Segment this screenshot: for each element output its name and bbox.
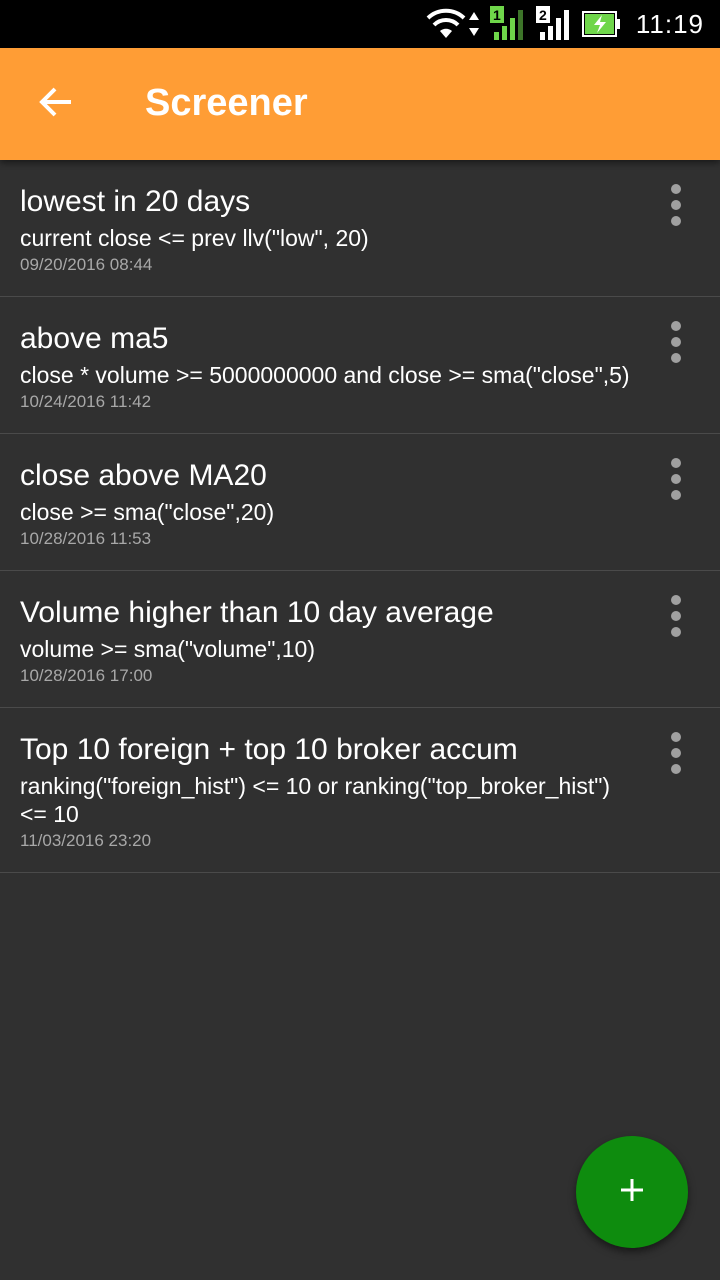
more-vert-icon[interactable] — [662, 595, 690, 637]
list-item[interactable]: above ma5 close * volume >= 5000000000 a… — [0, 297, 720, 434]
more-vert-icon[interactable] — [662, 321, 690, 363]
screener-date: 10/28/2016 17:00 — [20, 666, 153, 685]
sim2-label: 2 — [539, 7, 547, 23]
screener-expression: current close <= prev llv("low", 20) — [20, 225, 369, 251]
battery-charging-icon — [581, 10, 622, 38]
screener-expression: close >= sma("close",20) — [20, 499, 275, 525]
list-item[interactable]: Top 10 foreign + top 10 broker accum ran… — [0, 708, 720, 873]
screener-expression: close * volume >= 5000000000 and close >… — [20, 362, 630, 388]
page-title: Screener — [145, 82, 308, 124]
screener-title: above ma5 — [20, 322, 169, 355]
screener-expression: ranking("foreign_hist") <= 10 or ranking… — [20, 773, 611, 827]
add-screener-button[interactable] — [576, 1136, 688, 1248]
screener-date: 09/20/2016 08:44 — [20, 255, 153, 274]
list-item[interactable]: close above MA20 close >= sma("close",20… — [0, 434, 720, 571]
screener-expression: volume >= sma("volume",10) — [20, 636, 316, 662]
screener-title: Top 10 foreign + top 10 broker accum — [20, 733, 518, 766]
screener-title: lowest in 20 days — [20, 185, 251, 218]
screener-date: 10/28/2016 11:53 — [20, 529, 152, 548]
more-vert-icon[interactable] — [662, 458, 690, 500]
data-arrows-icon — [468, 10, 480, 38]
sim2-signal-icon: 2 — [535, 6, 572, 42]
sim1-signal-icon: 1 — [489, 6, 526, 42]
clock: 11:19 — [635, 8, 704, 39]
plus-icon — [618, 1176, 646, 1209]
list-item[interactable]: lowest in 20 days current close <= prev … — [0, 160, 720, 297]
wifi-icon — [426, 8, 466, 40]
more-vert-icon[interactable] — [662, 184, 690, 226]
screener-title: close above MA20 — [20, 459, 267, 492]
app-bar: Screener — [0, 48, 720, 160]
screener-date: 11/03/2016 23:20 — [20, 831, 152, 850]
status-bar: 1 2 11:19 — [0, 0, 720, 48]
sim1-label: 1 — [493, 7, 501, 23]
more-vert-icon[interactable] — [662, 732, 690, 774]
back-button[interactable] — [24, 76, 88, 132]
screener-title: Volume higher than 10 day average — [20, 596, 494, 629]
list-item[interactable]: Volume higher than 10 day average volume… — [0, 571, 720, 708]
status-icons: 1 2 11:19 — [416, 0, 704, 48]
screener-list: lowest in 20 days current close <= prev … — [0, 160, 720, 873]
screener-date: 10/24/2016 11:42 — [20, 392, 152, 411]
arrow-back-icon — [38, 84, 74, 125]
